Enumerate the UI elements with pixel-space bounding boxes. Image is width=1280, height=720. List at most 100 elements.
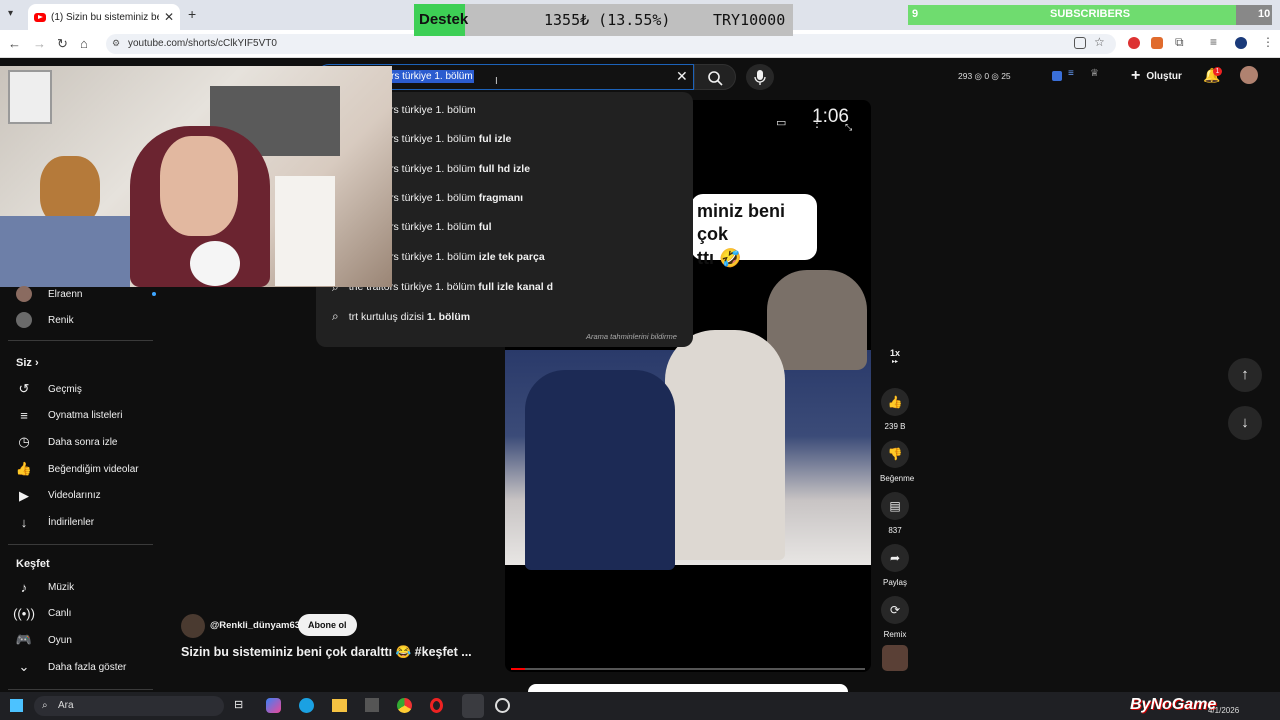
like-count: 239 B bbox=[884, 422, 906, 431]
section-you[interactable]: Siz › bbox=[16, 357, 39, 369]
sidebar-item[interactable]: ((•)) Canlı bbox=[13, 606, 71, 622]
taskbar-search-label: Ara bbox=[58, 700, 74, 711]
divider bbox=[8, 340, 153, 341]
suggestion-item[interactable]: rs türkiye 1. bölüm izle tek parça bbox=[390, 251, 545, 263]
suggestion-item[interactable]: ⌕ trt kurtuluş dizisi 1. bölüm bbox=[332, 309, 470, 324]
home-icon[interactable]: ⌂ bbox=[80, 36, 88, 51]
search-query: rs türkiye 1. bölüm bbox=[390, 70, 474, 83]
new-tab-button[interactable]: + bbox=[188, 6, 196, 22]
sidebar-item-renik[interactable]: Renik bbox=[16, 312, 74, 328]
sidebar-item[interactable]: ≡ Oynatma listeleri bbox=[16, 408, 122, 424]
sidebar-item[interactable]: ⌄ Daha fazla göster bbox=[16, 659, 127, 675]
sidebar-icon: ↓ bbox=[20, 515, 28, 530]
sidebar-item[interactable]: ↓ İndirilenler bbox=[16, 515, 94, 531]
voice-search-button[interactable] bbox=[746, 64, 774, 90]
sidebar-item[interactable]: ↺ Geçmiş bbox=[16, 381, 82, 397]
previous-short-button[interactable]: ↑ bbox=[1228, 358, 1262, 392]
sidebar-item[interactable]: 🎮 Oyun bbox=[16, 632, 72, 648]
subtitles-icon[interactable]: ▭ bbox=[776, 116, 786, 129]
windows-start-icon[interactable] bbox=[10, 699, 23, 712]
taskbar-search[interactable]: ⌕ Ara bbox=[34, 696, 224, 716]
store-icon[interactable] bbox=[365, 698, 379, 712]
channel-name[interactable]: @Renkli_dünyam63 bbox=[210, 620, 300, 631]
clear-search-icon[interactable]: ✕ bbox=[676, 68, 688, 85]
speed-arrows-icon: ▸▸ bbox=[891, 359, 899, 365]
report-predictions-link[interactable]: Arama tahminlerini bildirme bbox=[586, 332, 677, 341]
speed-label: 1x bbox=[889, 348, 900, 358]
task-view-icon[interactable]: ⊟ bbox=[234, 698, 243, 711]
copilot-icon[interactable] bbox=[266, 698, 281, 713]
suggestion-suffix: ful bbox=[478, 221, 492, 234]
extensions-puzzle-icon[interactable]: ⧉ bbox=[1175, 35, 1184, 50]
trophy-icon[interactable]: ♕ bbox=[1090, 68, 1099, 79]
section-explore: Keşfet bbox=[16, 558, 50, 570]
dislike-button[interactable]: 👎 Beğenme bbox=[880, 440, 914, 483]
share-label: Paylaş bbox=[882, 578, 907, 587]
forward-icon[interactable]: → bbox=[33, 36, 46, 51]
create-button[interactable]: + Oluştur bbox=[1131, 67, 1182, 85]
search-button[interactable] bbox=[694, 64, 736, 90]
chrome-icon[interactable] bbox=[397, 698, 412, 713]
suggestion-item[interactable]: rs türkiye 1. bölüm ful bbox=[390, 221, 492, 233]
next-short-button[interactable]: ↓ bbox=[1228, 406, 1262, 440]
metamask-icon[interactable] bbox=[1151, 37, 1163, 49]
comments-button[interactable]: ▤ 837 bbox=[880, 492, 910, 535]
sidebar-item[interactable]: ♪ Müzik bbox=[16, 579, 74, 595]
sidebar-icon: 🎮 bbox=[15, 632, 33, 648]
suggestion-suffix: fragmanı bbox=[478, 191, 524, 204]
sidebar-item[interactable]: 👍 Beğendiğim videolar bbox=[16, 461, 139, 477]
tab-title: (1) Sizin bu sisteminiz beni bbox=[51, 11, 159, 23]
install-app-icon[interactable] bbox=[1074, 37, 1086, 49]
streamer-face bbox=[160, 136, 238, 236]
tab-search-icon[interactable]: ▾ bbox=[8, 8, 13, 19]
speed-control[interactable]: 1x ▸▸ bbox=[880, 348, 910, 365]
site-info-icon[interactable]: ⚙ bbox=[112, 38, 120, 49]
donation-goal-bar: Destek 1355₺ (13.55%) TRY10000 bbox=[414, 4, 793, 36]
media-control-icon[interactable]: ≡ bbox=[1210, 35, 1217, 49]
youtube-icon bbox=[34, 12, 46, 22]
video-title: Sizin bu sisteminiz beni çok daralttı 😂 … bbox=[181, 645, 472, 659]
extension-icon[interactable] bbox=[1128, 37, 1140, 49]
suggestion-prefix: rs türkiye 1. bölüm bbox=[390, 162, 479, 175]
like-button[interactable]: 👍 239 B bbox=[880, 388, 910, 431]
channel-avatar bbox=[16, 312, 32, 328]
suggestion-item[interactable]: rs türkiye 1. bölüm full hd izle bbox=[390, 163, 530, 175]
ext-badge-icon[interactable] bbox=[1052, 71, 1062, 81]
list-icon[interactable]: ≡ bbox=[1068, 68, 1074, 79]
back-icon[interactable]: ← bbox=[8, 36, 21, 51]
subscribe-button[interactable]: Abone ol bbox=[298, 614, 357, 636]
sidebar-item-label: Müzik bbox=[48, 581, 75, 593]
text-cursor-icon: I bbox=[495, 76, 498, 87]
edge-icon[interactable] bbox=[299, 698, 314, 713]
sidebar-icon: ♪ bbox=[20, 579, 28, 595]
opera-icon[interactable] bbox=[430, 698, 443, 713]
sub-target: 10 bbox=[1258, 8, 1271, 20]
share-button[interactable]: ➦ Paylaş bbox=[880, 544, 910, 587]
sidebar-item[interactable]: ◷ Daha sonra izle bbox=[16, 434, 117, 450]
suggestion-item[interactable]: rs türkiye 1. bölüm ful izle bbox=[390, 133, 511, 145]
menu-icon[interactable]: ⋮ bbox=[1262, 35, 1274, 49]
sound-thumbnail[interactable] bbox=[882, 645, 908, 671]
chrome-active-icon[interactable] bbox=[462, 694, 484, 718]
reload-icon[interactable]: ↻ bbox=[57, 36, 68, 52]
close-icon[interactable]: ✕ bbox=[164, 10, 174, 24]
avatar[interactable] bbox=[1240, 66, 1258, 84]
suggestion-suffix: full hd izle bbox=[478, 162, 531, 175]
suggestion-prefix: trt kurtuluş dizisi bbox=[348, 310, 427, 323]
sidebar-item[interactable]: ▶ Videolarınız bbox=[16, 488, 101, 504]
progress-track[interactable] bbox=[511, 668, 865, 670]
bookmark-star-icon[interactable]: ☆ bbox=[1094, 35, 1105, 49]
url-field[interactable]: youtube.com/shorts/cClkYIF5VT0 bbox=[106, 34, 1116, 54]
search-icon: ⌕ bbox=[332, 309, 339, 324]
tab-active[interactable]: (1) Sizin bu sisteminiz beni ✕ bbox=[28, 4, 180, 30]
sidebar-item-elraenn[interactable]: Elraenn bbox=[16, 286, 157, 302]
obs-icon[interactable] bbox=[495, 698, 510, 713]
remix-button[interactable]: ⟳ Remix bbox=[880, 596, 910, 639]
fullscreen-icon[interactable]: ⤡ bbox=[845, 122, 852, 133]
subscriber-goal-bar: 9 SUBSCRIBERS 10 bbox=[908, 5, 1272, 25]
channel-avatar[interactable] bbox=[181, 614, 205, 638]
file-explorer-icon[interactable] bbox=[332, 699, 347, 712]
suggestion-item[interactable]: rs türkiye 1. bölüm bbox=[390, 104, 476, 116]
suggestion-item[interactable]: rs türkiye 1. bölüm fragmanı bbox=[390, 192, 523, 204]
profile-icon[interactable] bbox=[1235, 37, 1247, 49]
